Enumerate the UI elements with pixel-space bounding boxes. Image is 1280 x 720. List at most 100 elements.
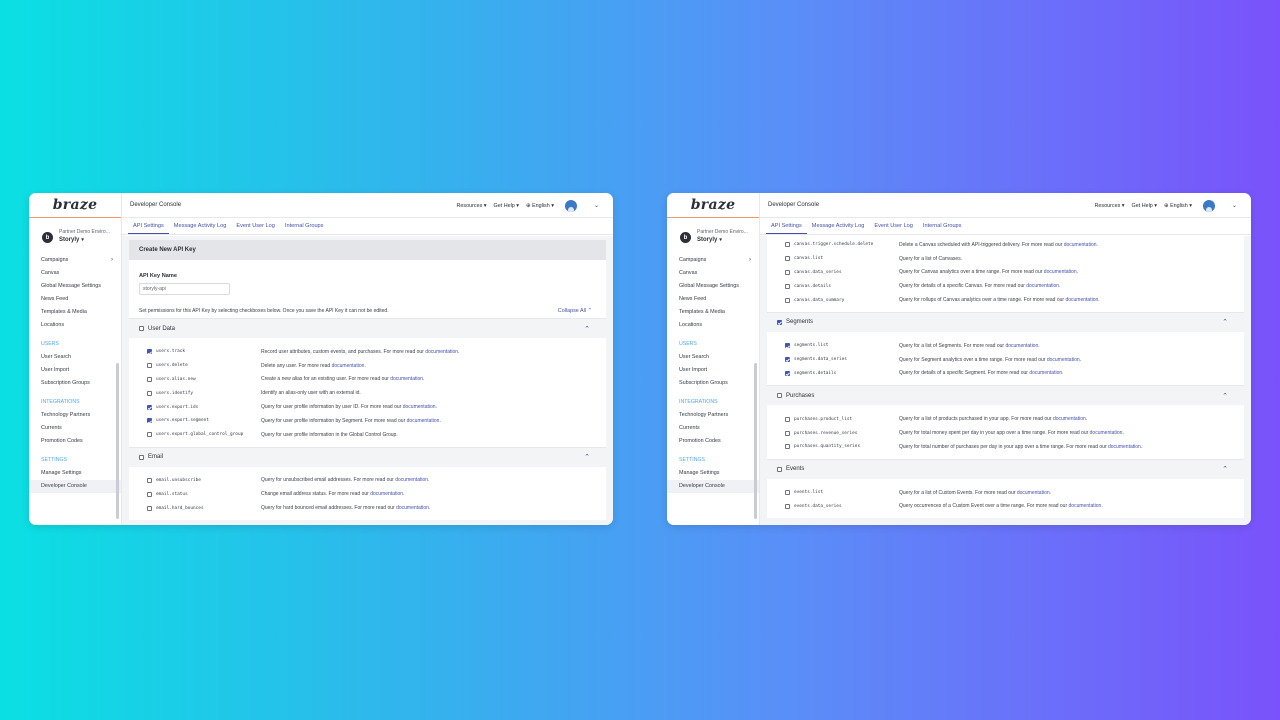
permission-checkbox[interactable] bbox=[147, 491, 152, 497]
documentation-link[interactable]: documentation bbox=[1005, 343, 1038, 349]
get-help-menu[interactable]: Get Help ▾ bbox=[1132, 203, 1158, 209]
sidebar-scrollbar[interactable] bbox=[754, 363, 757, 519]
sidebar-item-technology-partners[interactable]: Technology Partners bbox=[29, 409, 121, 422]
sidebar-item-global-message-settings[interactable]: Global Message Settings bbox=[29, 280, 121, 293]
chevron-up-icon[interactable]: ⌃ bbox=[584, 325, 590, 333]
permission-checkbox[interactable] bbox=[785, 283, 790, 289]
section-header[interactable]: Purchases ⌃ bbox=[767, 385, 1244, 406]
section-checkbox[interactable] bbox=[777, 319, 782, 325]
section-header[interactable]: Events ⌃ bbox=[767, 458, 1244, 479]
permission-checkbox[interactable] bbox=[785, 430, 790, 436]
permission-checkbox[interactable] bbox=[785, 297, 790, 303]
sidebar-item-templates-media[interactable]: Templates & Media bbox=[667, 306, 759, 319]
permission-checkbox[interactable] bbox=[785, 444, 790, 450]
section-checkbox[interactable] bbox=[777, 393, 782, 399]
section-checkbox[interactable] bbox=[777, 466, 782, 472]
tab-api-settings[interactable]: API Settings bbox=[766, 218, 807, 234]
permission-checkbox[interactable] bbox=[785, 242, 790, 248]
permission-checkbox[interactable] bbox=[785, 343, 790, 349]
resources-menu[interactable]: Resources ▾ bbox=[457, 203, 487, 209]
sidebar-item-campaigns[interactable]: Campaigns › bbox=[29, 254, 121, 267]
sidebar-item-user-search[interactable]: User Search bbox=[667, 351, 759, 364]
sidebar-item-templates-media[interactable]: Templates & Media bbox=[29, 306, 121, 319]
chevron-up-icon[interactable]: ⌃ bbox=[584, 453, 590, 461]
section-header[interactable]: User Data ⌃ bbox=[129, 318, 606, 338]
chevron-down-icon[interactable]: ⌄ bbox=[594, 202, 599, 209]
resources-menu[interactable]: Resources ▾ bbox=[1095, 203, 1125, 209]
documentation-link[interactable]: documentation bbox=[1090, 430, 1123, 436]
language-menu[interactable]: ⊕ English ▾ bbox=[526, 203, 554, 209]
sidebar-item-technology-partners[interactable]: Technology Partners bbox=[667, 409, 759, 422]
sidebar-item-currents[interactable]: Currents bbox=[29, 422, 121, 435]
sidebar-item-global-message-settings[interactable]: Global Message Settings bbox=[667, 280, 759, 293]
sidebar-item-locations[interactable]: Locations bbox=[29, 319, 121, 332]
tab-internal-groups[interactable]: Internal Groups bbox=[918, 218, 967, 234]
sidebar-item-developer-console[interactable]: Developer Console bbox=[29, 480, 121, 493]
sidebar-item-subscription-groups[interactable]: Subscription Groups bbox=[29, 377, 121, 390]
sidebar-item-news-feed[interactable]: News Feed bbox=[667, 293, 759, 306]
permission-checkbox[interactable] bbox=[147, 363, 152, 369]
documentation-link[interactable]: documentation bbox=[1026, 283, 1059, 289]
documentation-link[interactable]: documentation bbox=[1053, 416, 1086, 422]
braze-logo[interactable]: braze bbox=[691, 197, 736, 213]
workspace-name[interactable]: Storyly ▾ bbox=[59, 236, 110, 245]
sidebar-item-manage-settings[interactable]: Manage Settings bbox=[667, 467, 759, 480]
collapse-all-button[interactable]: Collapse All ⌃ bbox=[558, 308, 592, 314]
permission-checkbox[interactable] bbox=[785, 416, 790, 422]
tab-event-user-log[interactable]: Event User Log bbox=[869, 218, 918, 234]
sidebar-item-canvas[interactable]: Canvas bbox=[29, 267, 121, 280]
documentation-link[interactable]: documentation bbox=[370, 491, 403, 497]
permission-checkbox[interactable] bbox=[785, 490, 790, 496]
chevron-down-icon[interactable]: ⌄ bbox=[1232, 202, 1237, 209]
section-header[interactable]: Email ⌃ bbox=[129, 446, 606, 467]
sidebar-scrollbar[interactable] bbox=[116, 363, 119, 519]
workspace-name[interactable]: Storyly ▾ bbox=[697, 236, 748, 245]
key-name-input[interactable]: storyly-api bbox=[139, 283, 230, 295]
sidebar-item-manage-settings[interactable]: Manage Settings bbox=[29, 467, 121, 480]
braze-logo[interactable]: braze bbox=[53, 197, 98, 213]
permission-checkbox[interactable] bbox=[785, 357, 790, 363]
chevron-up-icon[interactable]: ⌃ bbox=[1222, 465, 1228, 473]
documentation-link[interactable]: documentation bbox=[407, 418, 440, 424]
documentation-link[interactable]: documentation bbox=[395, 477, 428, 483]
permission-checkbox[interactable] bbox=[147, 505, 152, 511]
sidebar-item-subscription-groups[interactable]: Subscription Groups bbox=[667, 377, 759, 390]
documentation-link[interactable]: documentation bbox=[1069, 503, 1102, 509]
permission-checkbox[interactable] bbox=[147, 349, 152, 355]
language-menu[interactable]: ⊕ English ▾ bbox=[1164, 203, 1192, 209]
sidebar-item-promotion-codes[interactable]: Promotion Codes bbox=[29, 435, 121, 448]
sidebar-item-user-import[interactable]: User Import bbox=[667, 364, 759, 377]
sidebar-item-news-feed[interactable]: News Feed bbox=[29, 293, 121, 306]
permission-checkbox[interactable] bbox=[785, 503, 790, 509]
user-avatar-icon[interactable] bbox=[564, 199, 577, 212]
workspace-switcher[interactable]: b Partner Demo Enviro... Storyly ▾ bbox=[667, 218, 759, 254]
documentation-link[interactable]: documentation bbox=[332, 363, 365, 369]
tab-api-settings[interactable]: API Settings bbox=[128, 218, 169, 234]
permission-checkbox[interactable] bbox=[785, 256, 790, 262]
documentation-link[interactable]: documentation bbox=[1044, 269, 1077, 275]
documentation-link[interactable]: documentation bbox=[1029, 370, 1062, 376]
get-help-menu[interactable]: Get Help ▾ bbox=[494, 203, 520, 209]
permission-checkbox[interactable] bbox=[785, 370, 790, 376]
sidebar-item-user-search[interactable]: User Search bbox=[29, 351, 121, 364]
documentation-link[interactable]: documentation bbox=[1065, 297, 1098, 303]
permission-checkbox[interactable] bbox=[147, 477, 152, 483]
tab-message-activity-log[interactable]: Message Activity Log bbox=[807, 218, 870, 234]
sidebar-item-promotion-codes[interactable]: Promotion Codes bbox=[667, 435, 759, 448]
permission-checkbox[interactable] bbox=[147, 418, 152, 424]
documentation-link[interactable]: documentation bbox=[403, 404, 436, 410]
documentation-link[interactable]: documentation bbox=[390, 376, 423, 382]
permission-checkbox[interactable] bbox=[147, 404, 152, 410]
documentation-link[interactable]: documentation bbox=[1047, 357, 1080, 363]
documentation-link[interactable]: documentation bbox=[1064, 242, 1097, 248]
section-checkbox[interactable] bbox=[139, 454, 144, 460]
permission-checkbox[interactable] bbox=[785, 269, 790, 275]
chevron-up-icon[interactable]: ⌃ bbox=[1222, 392, 1228, 400]
documentation-link[interactable]: documentation bbox=[1017, 490, 1050, 496]
sidebar-item-campaigns[interactable]: Campaigns › bbox=[667, 254, 759, 267]
workspace-switcher[interactable]: b Partner Demo Enviro... Storyly ▾ bbox=[29, 218, 121, 254]
tab-message-activity-log[interactable]: Message Activity Log bbox=[169, 218, 232, 234]
sidebar-item-developer-console[interactable]: Developer Console bbox=[667, 480, 759, 493]
user-avatar-icon[interactable] bbox=[1202, 199, 1215, 212]
permission-checkbox[interactable] bbox=[147, 376, 152, 382]
